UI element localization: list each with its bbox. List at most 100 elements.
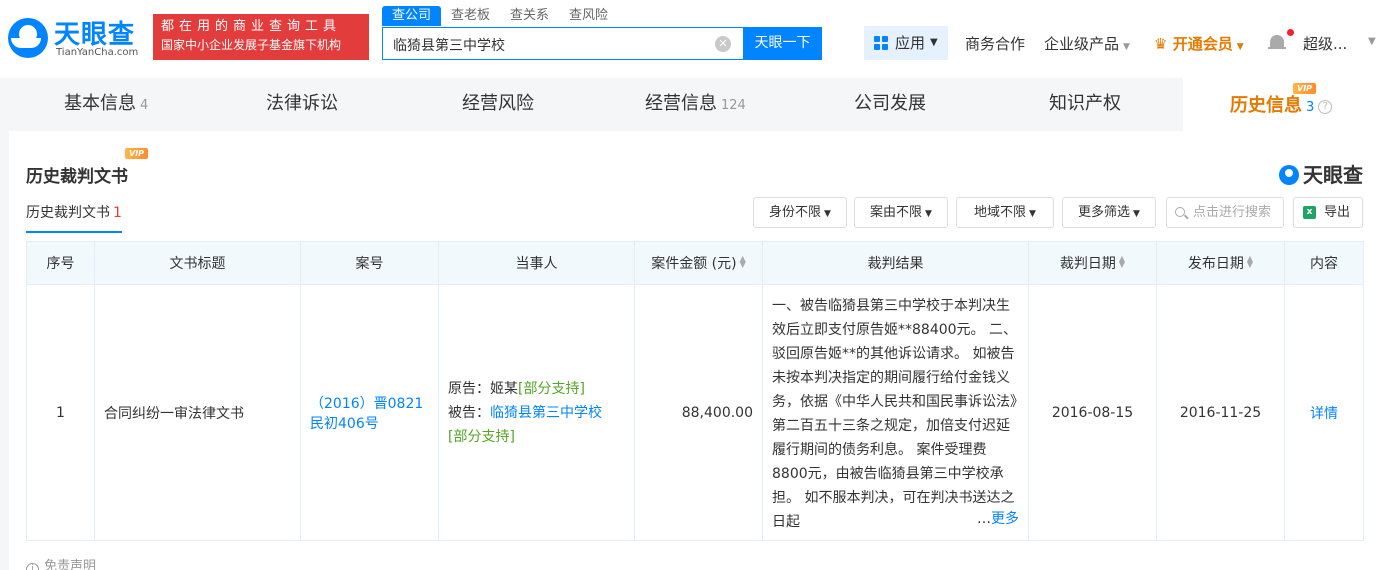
sort-icon[interactable]: ▲ ▼: [740, 255, 746, 269]
chevron-down-icon: ▼: [1123, 42, 1130, 52]
help-icon[interactable]: ?: [1318, 100, 1333, 114]
filter-search-placeholder: 点击进行搜索: [1193, 205, 1272, 220]
disclaimer-link[interactable]: i 免责声明: [26, 555, 96, 570]
col-content: 内容: [1284, 241, 1364, 285]
col-judgment-date[interactable]: 裁判日期 ▲ ▼: [1028, 241, 1157, 285]
logo-domain: TianYanCha.com: [56, 47, 139, 58]
col-publish-date-label: 发布日期: [1187, 256, 1244, 272]
vip-badge: VIP: [1293, 83, 1317, 94]
table-row: 1 合同纠纷一审法律文书 （2016）晋0821民初406号 原告：姬某[部分支…: [26, 284, 1364, 541]
sort-icon[interactable]: ▲ ▼: [1119, 255, 1125, 269]
logo-text: 天眼查: [54, 20, 136, 50]
nav-vip[interactable]: ♛ 开通会员 ▼: [1154, 33, 1244, 54]
filter-identity[interactable]: 身份不限 ▼: [753, 197, 847, 228]
chevron-down-icon: ▼: [1029, 209, 1036, 219]
tab-label: 知识产权: [1049, 93, 1121, 114]
tab-count: 3: [1306, 100, 1315, 115]
tab-basic-info[interactable]: 基本信息 4: [64, 78, 148, 131]
chevron-down-icon[interactable]: ▼: [1368, 36, 1376, 47]
logo-eye-icon: [1279, 165, 1299, 185]
apps-label: 应用: [895, 34, 926, 52]
filter-more[interactable]: 更多筛选 ▼: [1062, 197, 1156, 228]
export-button[interactable]: x 导出: [1293, 197, 1363, 228]
chevron-down-icon: ▼: [1236, 42, 1244, 52]
nav-enterprise-label: 企业级产品: [1044, 35, 1120, 53]
tab-operating-info[interactable]: 经营信息 124: [645, 78, 746, 131]
tab-history[interactable]: VIP 历史信息 3?: [1183, 78, 1392, 131]
slogan-line2: 国家中小企业发展子基金旗下机构: [161, 38, 342, 52]
subtab-label: 历史裁判文书: [26, 205, 110, 221]
judgment-table: 序号 文书标题 案号 当事人 案件金额 (元) ▲ ▼ 裁判结果 裁判日期 ▲ ▼ 发布…: [26, 241, 1364, 541]
disclaimer-label: 免责声明: [44, 559, 97, 570]
tab-label: 基本信息: [64, 93, 136, 114]
defendant-label: 被告：: [448, 404, 490, 421]
filter-label: 案由不限: [870, 205, 923, 220]
tab-operating-risk[interactable]: 经营风险: [462, 78, 534, 131]
row-publish-date: 2016-11-25: [1156, 284, 1285, 541]
row-amount: 88,400.00: [634, 284, 763, 541]
tab-ip[interactable]: 知识产权: [1049, 78, 1121, 131]
col-result: 裁判结果: [762, 241, 1029, 285]
tianyancha-watermark: 天眼查: [1279, 159, 1363, 188]
slogan-banner: 都在用的商业查询工具 国家中小企业发展子基金旗下机构: [153, 14, 369, 60]
row-case-no-cell: （2016）晋0821民初406号: [300, 284, 439, 541]
col-publish-date[interactable]: 发布日期 ▲ ▼: [1156, 241, 1285, 285]
subtab-judgments[interactable]: 历史裁判文书 1: [26, 202, 122, 233]
tab-risk[interactable]: 查风险: [559, 6, 618, 26]
logo-eye-icon: [8, 18, 48, 58]
nav-business[interactable]: 商务合作: [965, 33, 1025, 54]
detail-link[interactable]: 详情: [1310, 406, 1338, 422]
chevron-down-icon: ▼: [1133, 209, 1140, 219]
filter-label: 身份不限: [769, 205, 822, 220]
col-title: 文书标题: [94, 241, 301, 285]
more-link[interactable]: …更多: [953, 506, 1019, 531]
filter-search-input[interactable]: 点击进行搜索: [1166, 197, 1284, 228]
tab-legal[interactable]: 法律诉讼: [266, 78, 338, 131]
clear-icon[interactable]: ✕: [715, 36, 731, 52]
chevron-down-icon: ▼: [930, 37, 938, 48]
subtab-count: 1: [113, 205, 122, 221]
top-header: 天眼查 TianYanCha.com 都在用的商业查询工具 国家中小企业发展子基…: [0, 0, 1392, 78]
case-number-link[interactable]: （2016）晋0821民初406号: [310, 396, 423, 432]
info-icon: i: [26, 563, 39, 570]
col-parties: 当事人: [438, 241, 635, 285]
col-index: 序号: [26, 241, 95, 285]
tab-relation[interactable]: 查关系: [500, 6, 559, 26]
tab-boss[interactable]: 查老板: [441, 6, 500, 26]
search-type-tabs: 查公司 查老板 查关系 查风险: [382, 6, 618, 26]
chevron-down-icon: ▼: [824, 209, 831, 219]
col-judgment-date-label: 裁判日期: [1059, 256, 1116, 272]
row-content-cell: 详情: [1284, 284, 1364, 541]
defendant-link[interactable]: 临猗县第三中学校: [490, 405, 602, 421]
bell-icon[interactable]: [1268, 29, 1294, 52]
excel-icon: x: [1303, 206, 1316, 219]
tab-count: 124: [721, 98, 746, 113]
history-judgment-panel: 历史裁判文书 VIP 天眼查 历史裁判文书 1 身份不限 ▼ 案由不限 ▼ 地域不限 ▼…: [9, 131, 1392, 570]
category-tabs: 基本信息 4 法律诉讼 经营风险 经营信息 124 公司发展 知识产权 VIP 历史…: [9, 78, 1392, 131]
row-index: 1: [26, 284, 95, 541]
search-button[interactable]: 天眼一下: [743, 27, 822, 60]
brand-logo[interactable]: 天眼查 TianYanCha.com: [8, 14, 146, 62]
filter-label: 地域不限: [974, 205, 1027, 220]
tab-development[interactable]: 公司发展: [854, 78, 926, 131]
tab-label: 法律诉讼: [266, 93, 338, 114]
plaintiff-name: 姬某: [490, 380, 518, 397]
row-parties: 原告：姬某[部分支持] 被告：临猗县第三中学校 [部分支持]: [438, 284, 635, 541]
nav-enterprise[interactable]: 企业级产品 ▼: [1044, 33, 1130, 54]
apps-menu-button[interactable]: 应用 ▼: [864, 26, 948, 60]
col-amount-label: 案件金额 (元): [651, 256, 737, 272]
col-amount[interactable]: 案件金额 (元) ▲ ▼: [634, 241, 763, 285]
filter-cause[interactable]: 案由不限 ▼: [854, 197, 948, 228]
tab-company[interactable]: 查公司: [382, 6, 442, 26]
chevron-down-icon: ▼: [925, 209, 932, 219]
user-name[interactable]: 超级...: [1303, 33, 1347, 54]
more-label: 更多: [991, 510, 1019, 527]
sort-icon[interactable]: ▲ ▼: [1247, 255, 1253, 269]
filter-region[interactable]: 地域不限 ▼: [956, 197, 1054, 228]
apps-grid-icon: [874, 36, 888, 50]
tab-label: 经营风险: [462, 93, 534, 114]
crown-icon: ♛: [1154, 35, 1168, 53]
tab-count: 4: [140, 98, 149, 113]
plaintiff-tag: [部分支持]: [518, 380, 585, 397]
search-input[interactable]: 临猗县第三中学校 ✕: [382, 27, 744, 60]
